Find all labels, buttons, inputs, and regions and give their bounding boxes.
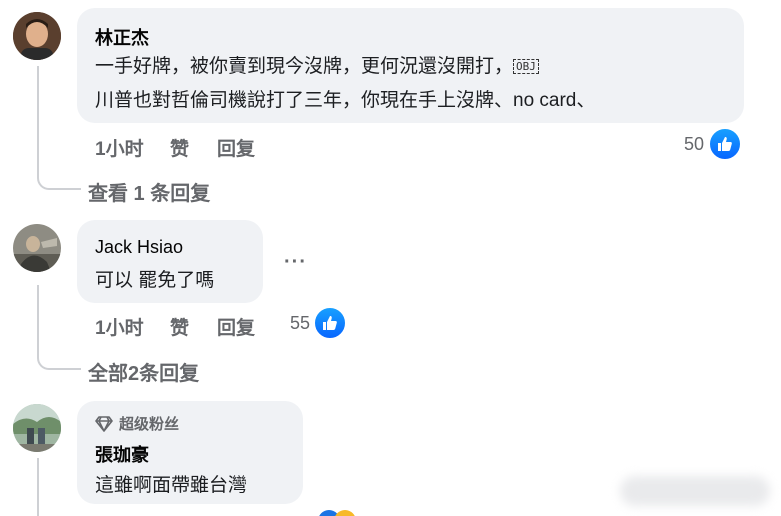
reaction-count[interactable]: 50	[684, 134, 704, 155]
avatar[interactable]	[13, 224, 61, 272]
comment-text: 可以 罷免了嗎	[95, 270, 215, 291]
comment-author[interactable]: 張珈豪	[95, 441, 149, 467]
reaction-icons-partial	[318, 510, 358, 516]
thumbs-up-icon[interactable]	[708, 127, 742, 161]
comment-text: 一手好牌，被你賣到現今沒牌，更何況還沒開打，	[95, 56, 514, 77]
diamond-icon	[95, 415, 113, 432]
avatar[interactable]	[13, 404, 61, 452]
view-replies-link[interactable]: 查看 1 条回复	[88, 177, 210, 206]
thread-elbow	[37, 330, 81, 370]
top-fan-badge: 超级粉丝	[95, 413, 179, 434]
reply-button[interactable]: 回复	[217, 313, 255, 340]
blurred-content	[620, 476, 770, 506]
like-button[interactable]: 赞	[170, 134, 189, 161]
comment-timestamp[interactable]: 1小时	[95, 313, 144, 340]
comment-timestamp[interactable]: 1小时	[95, 134, 144, 161]
reaction-count[interactable]: 55	[290, 313, 310, 334]
more-options-icon[interactable]: ···	[284, 251, 307, 274]
comment-text-line: 一手好牌，被你賣到現今沒牌，更何況還沒開打， OBJ	[95, 51, 539, 78]
comment-author[interactable]: 林正杰	[95, 24, 149, 50]
badge-label: 超级粉丝	[119, 416, 180, 433]
comment-text-line: 川普也對哲倫司機說打了三年，你現在手上沒牌、no card、	[95, 90, 596, 111]
thread-line	[37, 458, 39, 516]
comment-author[interactable]: Jack Hsiao	[95, 237, 183, 258]
thumbs-up-icon[interactable]	[313, 306, 347, 340]
object-replacement-glyph: OBJ	[513, 59, 539, 75]
view-replies-link[interactable]: 全部2条回复	[88, 357, 199, 386]
reply-button[interactable]: 回复	[217, 134, 255, 161]
like-button[interactable]: 赞	[170, 313, 189, 340]
avatar[interactable]	[13, 12, 61, 60]
thread-elbow	[37, 150, 81, 190]
comment-text: 這雖啊面帶雖台灣	[95, 475, 248, 496]
